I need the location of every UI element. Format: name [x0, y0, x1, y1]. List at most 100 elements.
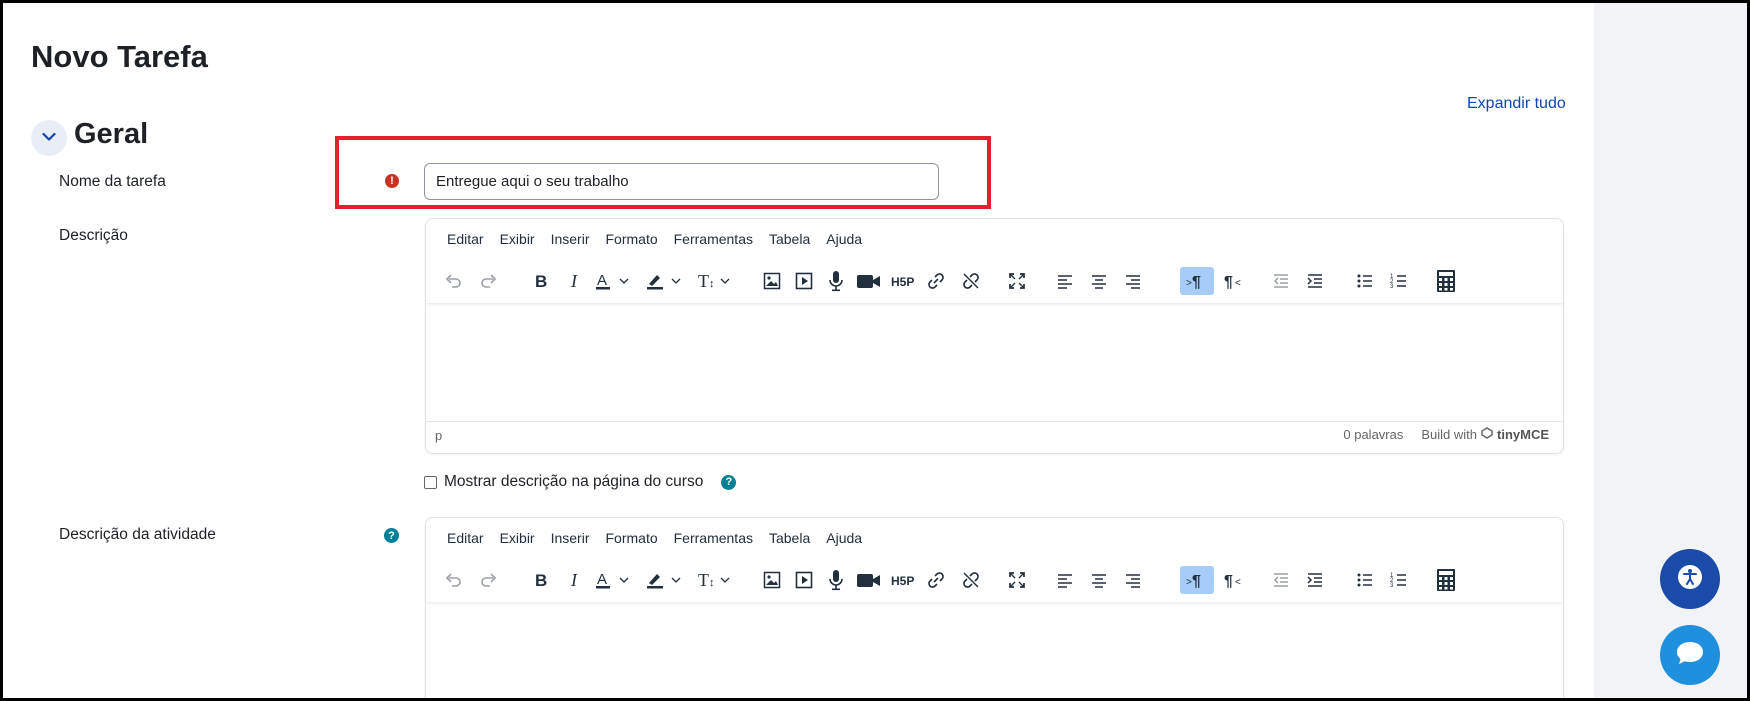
svg-text:A: A [597, 272, 607, 289]
section-collapse-button[interactable] [31, 120, 67, 156]
fullscreen-icon[interactable] [1004, 566, 1030, 594]
image-icon[interactable] [759, 267, 785, 295]
section-title: Geral [74, 118, 149, 150]
menu-editar[interactable]: Editar [439, 227, 492, 251]
svg-text:¶: ¶ [1224, 573, 1233, 590]
svg-text:B: B [535, 272, 547, 291]
unlink-icon[interactable] [958, 267, 984, 295]
svg-text:¶: ¶ [1192, 274, 1201, 291]
rtl-icon[interactable]: ¶ < [1220, 267, 1248, 295]
build-with-text: Build with [1421, 427, 1477, 442]
svg-text:3: 3 [1390, 583, 1394, 589]
editor-toolbar: B I A T ↕ H5P > ¶ ¶ < 123 [426, 259, 1563, 303]
menu-exibir[interactable]: Exibir [492, 526, 543, 550]
align-center-icon[interactable] [1086, 566, 1112, 594]
highlight-color-icon[interactable] [644, 566, 686, 594]
menu-inserir[interactable]: Inserir [543, 227, 598, 251]
ltr-icon[interactable]: > ¶ [1180, 566, 1214, 594]
image-icon[interactable] [759, 566, 785, 594]
font-size-icon[interactable]: T ↕ [696, 267, 736, 295]
text-color-icon[interactable]: A [594, 566, 634, 594]
question-circle-icon[interactable]: ? [384, 528, 399, 543]
numbered-list-icon[interactable]: 123 [1386, 566, 1412, 594]
video-icon[interactable] [854, 267, 884, 295]
media-icon[interactable] [791, 566, 817, 594]
show-description-checkbox[interactable] [424, 475, 437, 489]
unlink-icon[interactable] [958, 566, 984, 594]
h5p-icon[interactable]: H5P [889, 566, 919, 594]
microphone-icon[interactable] [823, 566, 849, 594]
menu-inserir[interactable]: Inserir [543, 526, 598, 550]
calculator-icon[interactable] [1432, 267, 1460, 295]
show-description-label[interactable]: Mostrar descrição na página do curso [444, 473, 703, 491]
editor-menubar: Editar Exibir Inserir Formato Ferramenta… [426, 518, 1563, 558]
undo-icon[interactable] [440, 566, 466, 594]
svg-text:H5P: H5P [891, 275, 914, 289]
menu-editar[interactable]: Editar [439, 526, 492, 550]
name-input[interactable] [424, 163, 939, 200]
undo-icon[interactable] [440, 267, 466, 295]
bullet-list-icon[interactable] [1352, 267, 1378, 295]
fullscreen-icon[interactable] [1004, 267, 1030, 295]
description-edit-area[interactable] [426, 303, 1563, 421]
svg-text:A: A [597, 571, 607, 588]
italic-icon[interactable]: I [562, 267, 588, 295]
video-icon[interactable] [854, 566, 884, 594]
menu-ferramentas[interactable]: Ferramentas [666, 227, 761, 251]
indent-icon[interactable] [1302, 267, 1328, 295]
accessibility-button[interactable] [1660, 549, 1720, 609]
link-icon[interactable] [923, 267, 949, 295]
rtl-icon[interactable]: ¶ < [1220, 566, 1248, 594]
h5p-icon[interactable]: H5P [889, 267, 919, 295]
bold-icon[interactable]: B [528, 566, 554, 594]
svg-text:¶: ¶ [1192, 573, 1201, 590]
chat-button[interactable] [1660, 625, 1720, 685]
text-color-icon[interactable]: A [594, 267, 634, 295]
element-path[interactable]: p [435, 428, 442, 443]
redo-icon[interactable] [476, 566, 502, 594]
menu-formato[interactable]: Formato [598, 526, 666, 550]
svg-text:<: < [1235, 278, 1241, 289]
indent-icon[interactable] [1302, 566, 1328, 594]
menu-tabela[interactable]: Tabela [761, 526, 818, 550]
editor-menubar: Editar Exibir Inserir Formato Ferramenta… [426, 219, 1563, 259]
align-right-icon[interactable] [1120, 566, 1146, 594]
highlight-color-icon[interactable] [644, 267, 686, 295]
link-icon[interactable] [923, 566, 949, 594]
menu-ajuda[interactable]: Ajuda [818, 526, 870, 550]
italic-icon[interactable]: I [562, 566, 588, 594]
align-left-icon[interactable] [1052, 566, 1078, 594]
svg-text:I: I [570, 570, 578, 590]
align-center-icon[interactable] [1086, 267, 1112, 295]
svg-text:H5P: H5P [891, 574, 914, 588]
bullet-list-icon[interactable] [1352, 566, 1378, 594]
bold-icon[interactable]: B [528, 267, 554, 295]
ltr-icon[interactable]: > ¶ [1180, 267, 1214, 295]
svg-text:T: T [698, 570, 709, 590]
outdent-icon[interactable] [1268, 267, 1294, 295]
menu-formato[interactable]: Formato [598, 227, 666, 251]
tinymce-branding[interactable]: Build with tinyMCE [1421, 427, 1549, 442]
svg-text:3: 3 [1390, 284, 1394, 290]
word-count[interactable]: 0 palavras [1343, 427, 1403, 442]
media-icon[interactable] [791, 267, 817, 295]
align-right-icon[interactable] [1120, 267, 1146, 295]
tinymce-logo-icon [1481, 427, 1493, 442]
outdent-icon[interactable] [1268, 566, 1294, 594]
calculator-icon[interactable] [1432, 566, 1460, 594]
font-size-icon[interactable]: T ↕ [696, 566, 736, 594]
name-label: Nome da tarefa [59, 173, 166, 190]
redo-icon[interactable] [476, 267, 502, 295]
question-circle-icon[interactable]: ? [721, 474, 737, 490]
accessibility-icon [1677, 564, 1703, 595]
activity-description-edit-area[interactable] [426, 602, 1563, 698]
microphone-icon[interactable] [823, 267, 849, 295]
numbered-list-icon[interactable]: 123 [1386, 267, 1412, 295]
menu-ajuda[interactable]: Ajuda [818, 227, 870, 251]
activity-description-label: Descrição da atividade [59, 526, 216, 543]
expand-all-link[interactable]: Expandir tudo [1467, 95, 1566, 113]
align-left-icon[interactable] [1052, 267, 1078, 295]
menu-ferramentas[interactable]: Ferramentas [666, 526, 761, 550]
menu-tabela[interactable]: Tabela [761, 227, 818, 251]
menu-exibir[interactable]: Exibir [492, 227, 543, 251]
